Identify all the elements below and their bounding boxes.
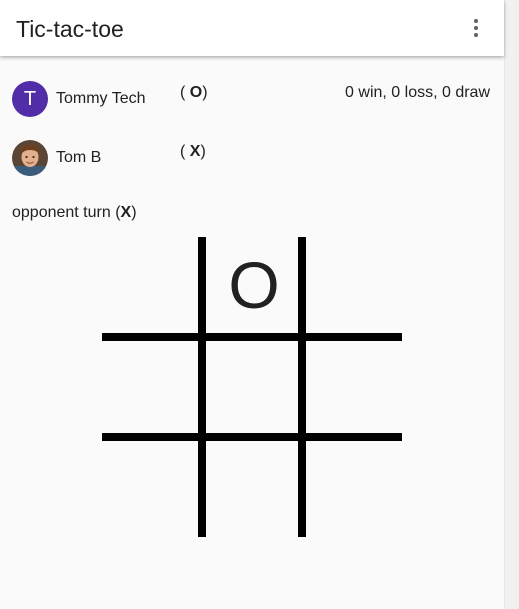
- player-name: Tommy Tech: [56, 90, 146, 107]
- app-title: Tic-tac-toe: [16, 16, 124, 42]
- player-symbol: ( X): [180, 143, 206, 160]
- board-cell-2[interactable]: O: [206, 237, 302, 333]
- board-cell-3[interactable]: [306, 237, 402, 333]
- player-row-1: T Tommy Tech ( O) 0 win, 0 loss, 0 draw: [12, 81, 492, 117]
- board-cell-1[interactable]: [102, 237, 198, 333]
- user-photo-avatar: [12, 140, 48, 176]
- board-cell-6[interactable]: [306, 341, 402, 437]
- board-cell-8[interactable]: [206, 441, 302, 537]
- board-cell-4[interactable]: [102, 341, 198, 437]
- player-symbol-value: O: [189, 84, 203, 101]
- player-record: 0 win, 0 loss, 0 draw: [345, 84, 490, 101]
- game-board: O: [102, 237, 402, 537]
- grid-line-horizontal-1: [102, 333, 402, 341]
- board-cell-9[interactable]: [306, 441, 402, 537]
- board-cell-5[interactable]: [206, 341, 302, 437]
- player-symbol-value: X: [189, 143, 201, 160]
- turn-text: opponent turn: [12, 204, 111, 221]
- turn-status: opponent turn (X): [12, 204, 137, 221]
- player-name: Tom B: [56, 149, 102, 166]
- turn-symbol: X: [120, 204, 132, 221]
- more-vert-icon[interactable]: [462, 14, 490, 42]
- player-symbol: ( O): [180, 84, 208, 101]
- vertical-scrollbar[interactable]: [504, 0, 519, 609]
- app-bar: Tic-tac-toe: [0, 0, 504, 56]
- grid-line-vertical-1: [198, 237, 206, 537]
- board-cell-7[interactable]: [102, 441, 198, 537]
- app-root: Tic-tac-toe T Tommy Tech ( O) 0 win, 0 l…: [0, 0, 519, 609]
- player-row-2: Tom B ( X): [12, 140, 492, 176]
- avatar: T: [12, 81, 48, 117]
